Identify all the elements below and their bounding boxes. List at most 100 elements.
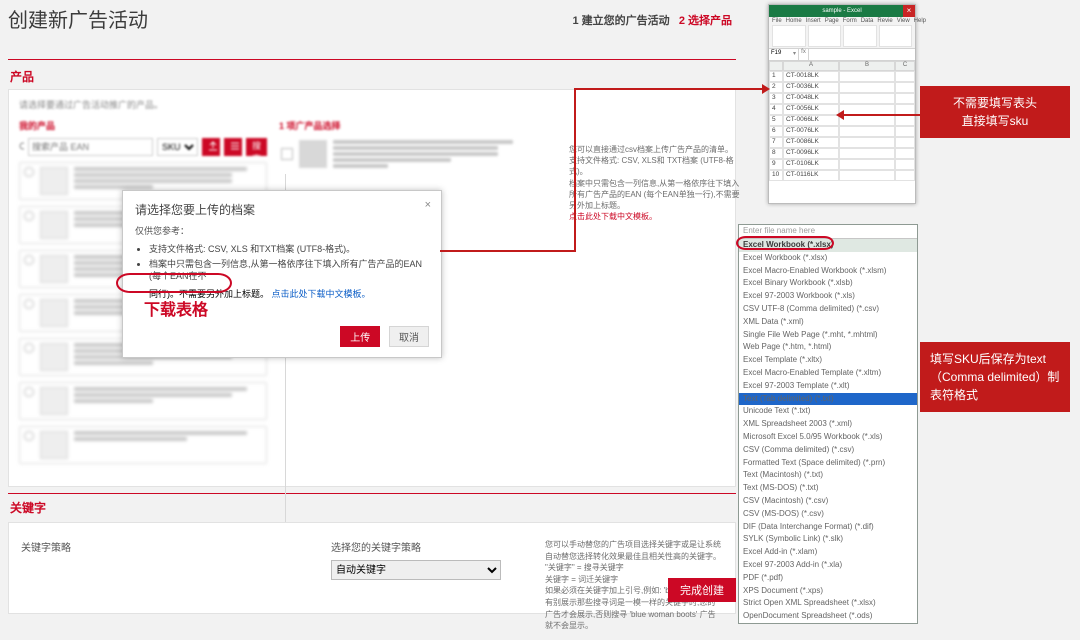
cell[interactable]	[895, 170, 915, 181]
dialog-upload-button[interactable]: 上传	[340, 326, 380, 347]
sku-select[interactable]: SKU	[157, 138, 198, 156]
search-button[interactable]: 搜索	[246, 138, 267, 156]
filetype-option[interactable]: Excel Add-in (*.xlam)	[739, 546, 917, 559]
filetype-option[interactable]: XPS Document (*.xps)	[739, 585, 917, 598]
excel-ribbon-tab[interactable]: Revie	[877, 18, 892, 24]
row-number[interactable]: 6	[769, 126, 783, 137]
cell[interactable]: CT-0066LK	[783, 115, 839, 126]
row-number[interactable]: 3	[769, 93, 783, 104]
row-number[interactable]: 10	[769, 170, 783, 181]
filetype-option[interactable]: CSV (MS-DOS) (*.csv)	[739, 508, 917, 521]
col-header-c[interactable]: C	[895, 61, 915, 71]
filetype-option[interactable]: Text (Macintosh) (*.txt)	[739, 469, 917, 482]
secondary-button[interactable]	[224, 138, 242, 156]
cell[interactable]	[895, 148, 915, 159]
filetype-option[interactable]: CSV (Comma delimited) (*.csv)	[739, 444, 917, 457]
finish-create-button[interactable]: 完成创建	[668, 578, 736, 602]
filetype-option[interactable]: Excel Macro-Enabled Workbook (*.xlsm)	[739, 265, 917, 278]
filetype-option[interactable]: DIF (Data Interchange Format) (*.dif)	[739, 521, 917, 534]
cell[interactable]: CT-0048LK	[783, 93, 839, 104]
cell[interactable]	[895, 104, 915, 115]
excel-ribbon-tab[interactable]: Insert	[806, 18, 821, 24]
row-number[interactable]: 5	[769, 115, 783, 126]
cell[interactable]: CT-0036LK	[783, 82, 839, 93]
filetype-option[interactable]: Excel Workbook (*.xlsx)	[739, 239, 917, 252]
filetype-option[interactable]: CSV (Macintosh) (*.csv)	[739, 495, 917, 508]
cell[interactable]	[895, 137, 915, 148]
filetype-option[interactable]: XML Spreadsheet 2003 (*.xml)	[739, 418, 917, 431]
cell[interactable]: CT-0018LK	[783, 71, 839, 82]
excel-ribbon-tab[interactable]: View	[897, 18, 910, 24]
cell[interactable]	[839, 159, 895, 170]
excel-close-icon[interactable]: ×	[903, 5, 915, 17]
cell[interactable]	[839, 71, 895, 82]
cell[interactable]: CT-0056LK	[783, 104, 839, 115]
filetype-option[interactable]: Excel 97-2003 Template (*.xlt)	[739, 380, 917, 393]
select-all-cell[interactable]	[769, 61, 783, 71]
cell[interactable]: CT-0076LK	[783, 126, 839, 137]
filetype-option[interactable]: Unicode Text (*.txt)	[739, 405, 917, 418]
row-number[interactable]: 9	[769, 159, 783, 170]
cell[interactable]	[839, 170, 895, 181]
row-number[interactable]: 1	[769, 71, 783, 82]
filetype-option[interactable]: Single File Web Page (*.mht, *.mhtml)	[739, 329, 917, 342]
filetype-option[interactable]: SYLK (Symbolic Link) (*.slk)	[739, 533, 917, 546]
cell[interactable]: CT-0086LK	[783, 137, 839, 148]
filetype-option[interactable]: Excel Template (*.xltx)	[739, 354, 917, 367]
upload-icon-button[interactable]	[202, 138, 220, 156]
row-number[interactable]: 7	[769, 137, 783, 148]
selected-product[interactable]	[279, 138, 531, 170]
filetype-option[interactable]: Formatted Text (Space delimited) (*.prn)	[739, 457, 917, 470]
filetype-option[interactable]: PDF (*.pdf)	[739, 572, 917, 585]
dialog-cancel-button[interactable]: 取消	[389, 326, 429, 347]
filetype-option[interactable]: Excel Workbook (*.xlsx)	[739, 252, 917, 265]
cell[interactable]	[839, 148, 895, 159]
cell[interactable]	[839, 104, 895, 115]
product-card[interactable]	[19, 426, 267, 464]
row-number[interactable]: 8	[769, 148, 783, 159]
excel-ribbon-tab[interactable]: Form	[843, 18, 857, 24]
filetype-option[interactable]: Strict Open XML Spreadsheet (*.xlsx)	[739, 597, 917, 610]
checkbox-icon[interactable]	[281, 148, 293, 160]
product-search-input[interactable]	[28, 138, 153, 156]
filetype-option[interactable]: Excel Binary Workbook (*.xlsb)	[739, 277, 917, 290]
dialog-close-icon[interactable]: ×	[425, 199, 431, 211]
cell[interactable]	[839, 93, 895, 104]
filetype-option[interactable]: Text (MS-DOS) (*.txt)	[739, 482, 917, 495]
product-card[interactable]	[19, 382, 267, 420]
cell[interactable]: CT-0116LK	[783, 170, 839, 181]
excel-ribbon-tab[interactable]: Home	[786, 18, 802, 24]
col-header-a[interactable]: A	[783, 61, 839, 71]
cell[interactable]	[895, 71, 915, 82]
filetype-option[interactable]: Excel Macro-Enabled Template (*.xltm)	[739, 367, 917, 380]
excel-ribbon-tab[interactable]: File	[772, 18, 782, 24]
cell[interactable]	[839, 115, 895, 126]
cell[interactable]	[839, 137, 895, 148]
excel-ribbon-tab[interactable]: Page	[825, 18, 839, 24]
cell[interactable]: CT-0106LK	[783, 159, 839, 170]
cell[interactable]	[895, 82, 915, 93]
filetype-option[interactable]: Text (Tab delimited) (*.txt)	[739, 393, 917, 406]
excel-namebox[interactable]: F19▾	[769, 49, 799, 60]
filetype-option[interactable]: Excel 97-2003 Workbook (*.xls)	[739, 290, 917, 303]
filetype-option[interactable]: CSV UTF-8 (Comma delimited) (*.csv)	[739, 303, 917, 316]
filetype-option[interactable]: XML Data (*.xml)	[739, 316, 917, 329]
filetype-option[interactable]: Web Page (*.htm, *.html)	[739, 341, 917, 354]
excel-ribbon-tab[interactable]: Data	[861, 18, 874, 24]
kw-strategy-select[interactable]: 自动关键字	[331, 560, 501, 580]
cell[interactable]: CT-0096LK	[783, 148, 839, 159]
cell[interactable]	[839, 82, 895, 93]
excel-ribbon-tab[interactable]: Help	[914, 18, 926, 24]
cell[interactable]	[895, 115, 915, 126]
cell[interactable]	[895, 93, 915, 104]
filetype-option[interactable]: Microsoft Excel 5.0/95 Workbook (*.xls)	[739, 431, 917, 444]
filetype-option[interactable]: Excel 97-2003 Add-in (*.xla)	[739, 559, 917, 572]
row-number[interactable]: 4	[769, 104, 783, 115]
row-number[interactable]: 2	[769, 82, 783, 93]
cell[interactable]	[839, 126, 895, 137]
filetype-option[interactable]: OpenDocument Spreadsheet (*.ods)	[739, 610, 917, 623]
cell[interactable]	[895, 159, 915, 170]
download-template-link[interactable]: 点击此处下载中文模板。	[272, 289, 371, 299]
saveas-filename-input[interactable]: Enter file name here	[739, 225, 917, 239]
col-header-b[interactable]: B	[839, 61, 895, 71]
